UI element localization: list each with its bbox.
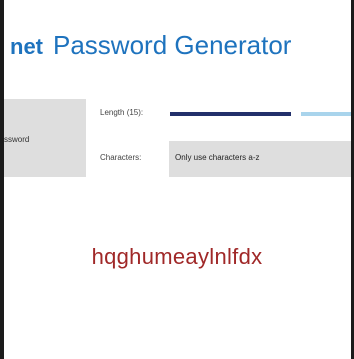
- characters-dropdown[interactable]: Only use characters a-z: [169, 141, 351, 177]
- brand-label: net: [10, 34, 43, 59]
- length-label: Length (15):: [100, 108, 144, 117]
- generated-password: hqghumeaylnlfdx: [91, 244, 263, 269]
- length-slider[interactable]: [170, 110, 351, 118]
- length-slider-track: [301, 112, 351, 116]
- window-border-left: [0, 0, 4, 359]
- characters-dropdown-value: Only use characters a-z: [175, 153, 260, 162]
- length-slider-thumb[interactable]: [291, 110, 301, 118]
- length-slider-fill: [170, 112, 291, 116]
- characters-label: Characters:: [100, 153, 142, 162]
- page-title: Password Generator: [53, 30, 292, 60]
- sidebar-item-password[interactable]: ssword: [4, 99, 86, 177]
- app-window: net Password Generator ssword Length (15)…: [0, 0, 354, 359]
- sidebar-item-label: ssword: [4, 135, 30, 144]
- header: net Password Generator: [10, 32, 291, 58]
